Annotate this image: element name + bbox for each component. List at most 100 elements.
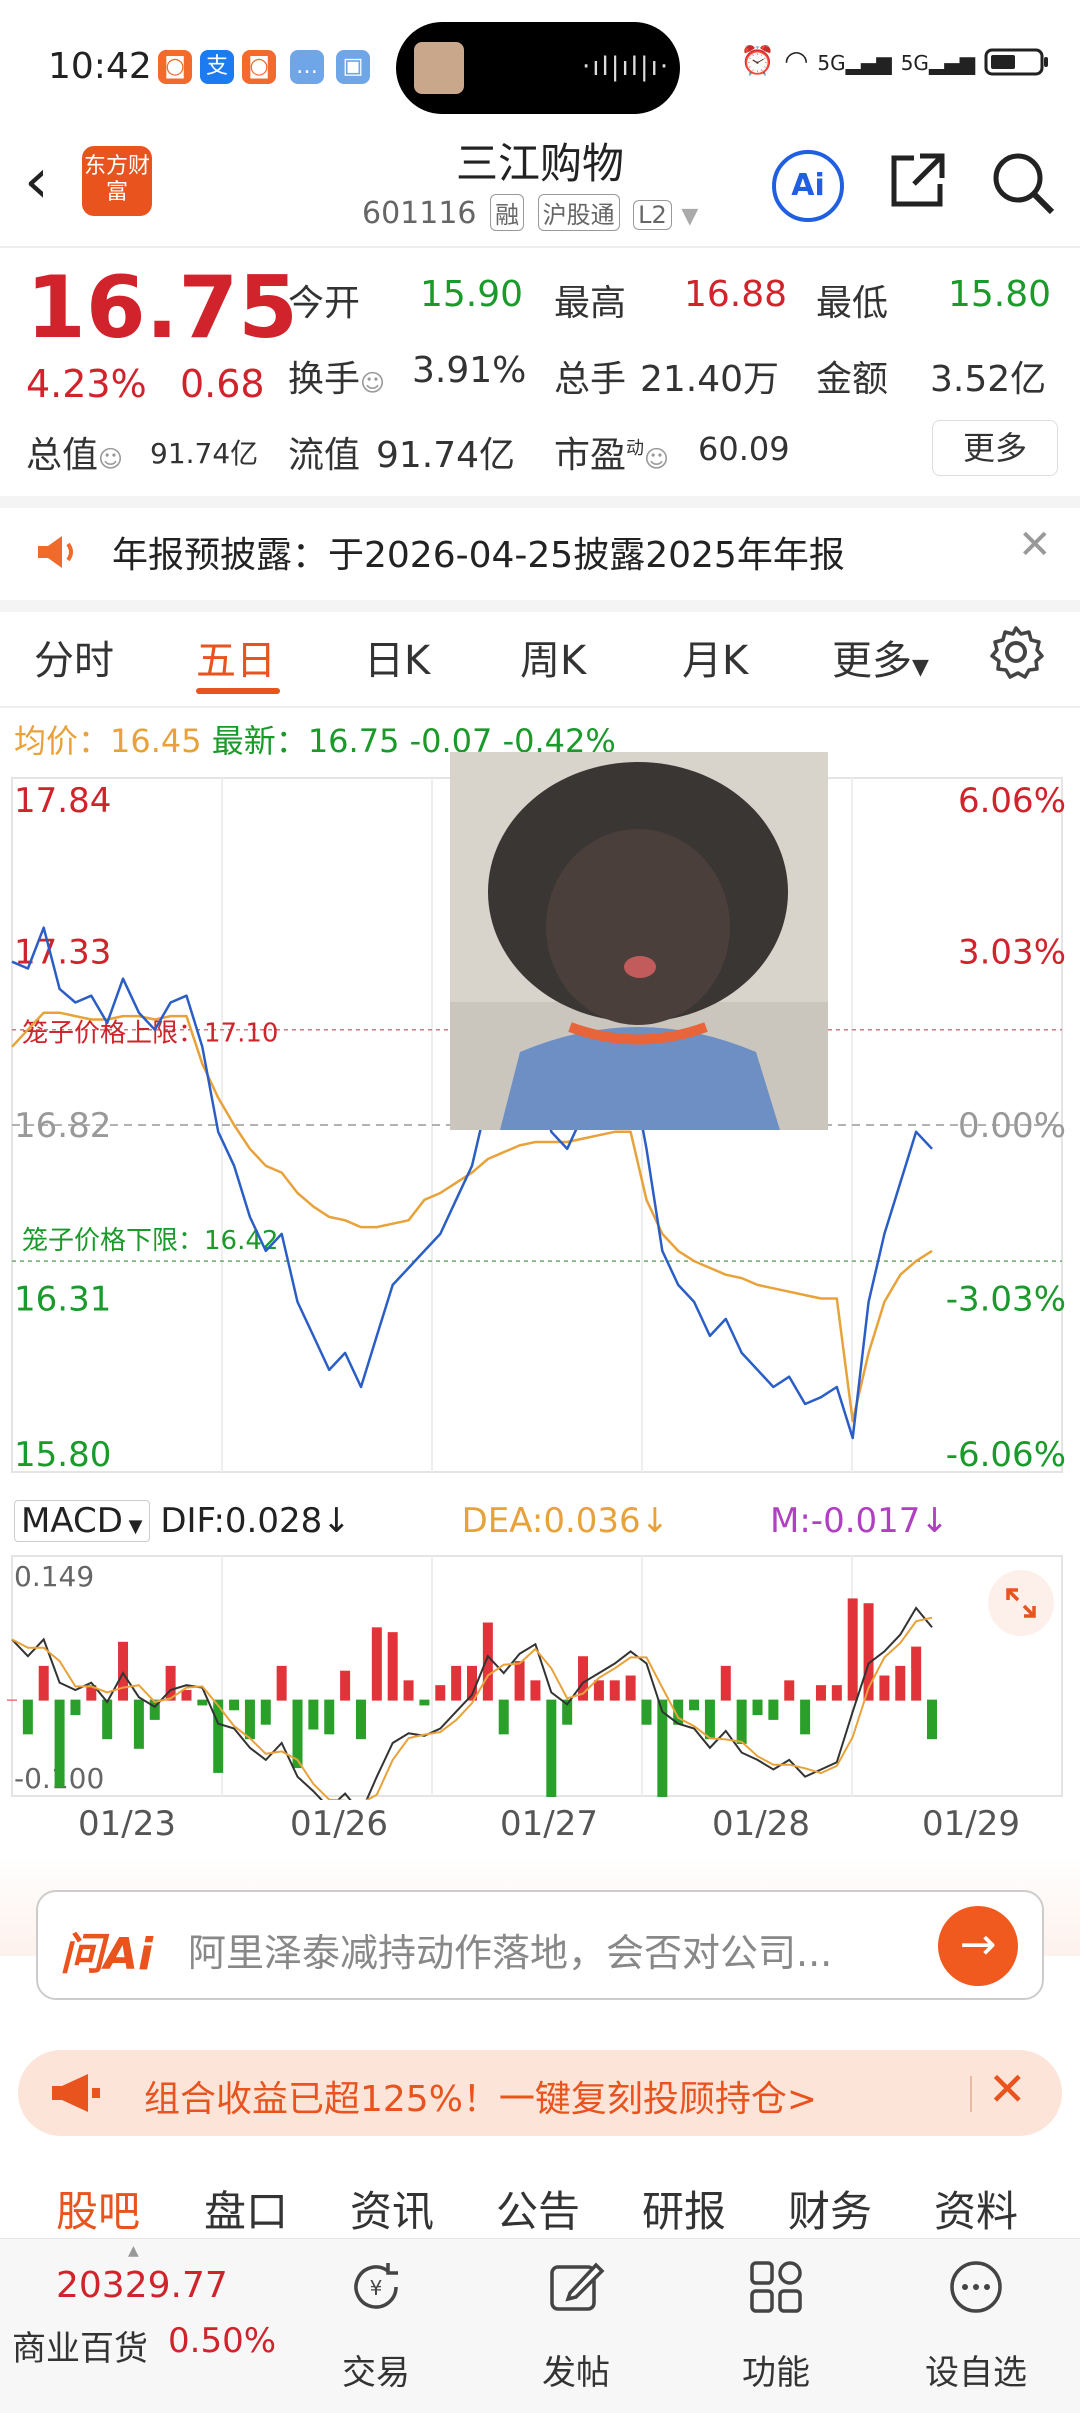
tab-news[interactable]: 资讯 [350, 2178, 434, 2239]
eastmoney-logo[interactable]: 东方财富 [82, 146, 152, 216]
back-button[interactable]: ‹ [24, 150, 49, 212]
search-icon[interactable] [990, 150, 1056, 216]
macd-bar [593, 1680, 604, 1701]
wifi-icon: ◠ [784, 44, 809, 77]
gear-icon[interactable] [988, 624, 1044, 680]
more-dots-icon [950, 2261, 1002, 2313]
megaphone-icon [52, 2074, 100, 2112]
tab-guba[interactable]: 股吧 [56, 2178, 140, 2239]
expand-button[interactable] [988, 1570, 1054, 1636]
message-icon: … [290, 50, 324, 84]
nav-functions[interactable]: 功能 [706, 2239, 846, 2413]
info-icon: ☺ [644, 445, 670, 473]
close-icon[interactable]: ✕ [988, 2062, 1027, 2116]
media-thumbnail [414, 42, 464, 94]
macd-bar [831, 1685, 842, 1701]
signal-icon: 5G▂▄▆ [900, 51, 976, 75]
stock-code-row[interactable]: 601116 融 沪股通 L2 ▼ [362, 194, 698, 231]
high-label: 最高 [554, 283, 627, 324]
cage-lower-label: 笼子价格下限：16.42 [22, 1226, 278, 1256]
connect-tag: 沪股通 [537, 194, 620, 231]
ask-ai-bar[interactable]: 问Ai 阿里泽泰减持动作落地，会否对公司... → [36, 1890, 1044, 2000]
speaker-icon [38, 536, 73, 568]
clock: 10:42 [48, 46, 152, 87]
volume-label: 总手 [554, 359, 627, 400]
dropdown-icon: ▼ [122, 1516, 143, 1537]
y-tick-right: 6.06% [958, 781, 1066, 821]
macd-bar [784, 1680, 795, 1701]
m-label: M: [770, 1501, 811, 1541]
y-tick-left: 16.82 [14, 1106, 111, 1146]
date-label: 01/23 [78, 1804, 176, 1844]
share-icon[interactable] [886, 150, 948, 212]
l2-tag: L2 [633, 200, 672, 230]
tab-research[interactable]: 研报 [642, 2178, 726, 2239]
y-tick-right: 3.03% [958, 933, 1066, 973]
macd-chart[interactable]: 0.149-0.100 [0, 1552, 1080, 1800]
alipay-icon: 支 [200, 50, 234, 84]
pe-label[interactable]: 市盈动☺ [554, 426, 669, 478]
dynamic-island[interactable]: ·ıl|ıl|ı· [396, 22, 680, 114]
macd-bar [260, 1699, 271, 1725]
ask-ai-input[interactable]: 阿里泽泰减持动作落地，会否对公司... [188, 1922, 832, 1977]
macd-bar [54, 1699, 65, 1788]
battery-icon [984, 48, 1048, 76]
dif-value: 0.028 [224, 1501, 323, 1541]
close-icon[interactable]: ✕ [1018, 522, 1052, 568]
avg-label: 均价： [14, 722, 111, 760]
tab-profile[interactable]: 资料 [934, 2178, 1018, 2239]
macd-bar [498, 1699, 509, 1735]
macd-bar [118, 1641, 129, 1701]
macd-bar [229, 1699, 240, 1711]
macd-selector[interactable]: MACD ▼ [14, 1500, 150, 1542]
tab-more[interactable]: 更多▼ [832, 628, 929, 686]
signal-icon: 5G▂▄▆ [817, 51, 892, 75]
info-icon: ☺ [98, 445, 124, 473]
macd-bar [244, 1699, 255, 1740]
nav-trade[interactable]: ¥ 交易 [306, 2239, 446, 2413]
audio-wave-icon: ·ıl|ıl|ı· [582, 52, 671, 82]
divider [0, 246, 1080, 248]
caret-up-icon: ▲ [128, 2243, 139, 2259]
svg-text:¥: ¥ [370, 2276, 383, 2300]
ai-button[interactable]: Ai [772, 150, 844, 222]
tab-pankou[interactable]: 盘口 [204, 2178, 288, 2239]
y-tick-right: -6.06% [946, 1435, 1066, 1475]
nav-post[interactable]: 发帖 [506, 2239, 646, 2413]
turnover-label[interactable]: 换手☺ [288, 350, 385, 402]
sector-index-name[interactable]: 商业百货 [12, 2321, 148, 2370]
macd-bar [7, 1699, 17, 1701]
tab-announcements[interactable]: 公告 [496, 2178, 580, 2239]
macd-bar [800, 1699, 811, 1735]
arrow-right-icon[interactable]: → [938, 1906, 1018, 1986]
divider [970, 2076, 972, 2112]
float-value: 91.74亿 [376, 435, 516, 476]
tab-weekly-k[interactable]: 周K [520, 628, 586, 686]
expand-icon [1006, 1588, 1036, 1618]
tab-monthly-k[interactable]: 月K [682, 628, 748, 686]
macd-bar [70, 1699, 81, 1716]
tab-five-day[interactable]: 五日 [196, 628, 276, 686]
info-icon: ☺ [360, 369, 386, 397]
macd-bar [133, 1699, 144, 1749]
promo-banner[interactable]: 组合收益已超125%！一键复刻投顾持仓> ✕ [18, 2050, 1062, 2136]
macd-bar [197, 1699, 208, 1706]
promo-text[interactable]: 组合收益已超125%！一键复刻投顾持仓> [144, 2070, 817, 2122]
tab-intraday[interactable]: 分时 [34, 628, 114, 686]
more-button[interactable]: 更多 [932, 420, 1058, 476]
macd-bar [895, 1665, 906, 1701]
macd-bar [482, 1622, 493, 1701]
notice-text[interactable]: 年报预披露：于2026-04-25披露2025年年报 [112, 526, 845, 578]
sector-index-value[interactable]: 20329.77 [56, 2265, 228, 2306]
section-gap [0, 496, 1080, 508]
macd-header[interactable]: MACD ▼ DIF:0.028↓ DEA:0.036↓ M:-0.017↓ [14, 1500, 949, 1542]
macd-bar [419, 1699, 430, 1706]
high-value: 16.88 [684, 274, 788, 315]
tab-daily-k[interactable]: 日K [364, 628, 430, 686]
shield-icon: ▣ [336, 50, 370, 84]
stock-code: 601116 [362, 196, 477, 231]
avg-value: 16.45 [110, 722, 202, 760]
tab-finance[interactable]: 财务 [788, 2178, 872, 2239]
mktcap-label[interactable]: 总值☺ [26, 426, 123, 478]
nav-set-favorite[interactable]: 设自选 [906, 2239, 1046, 2413]
